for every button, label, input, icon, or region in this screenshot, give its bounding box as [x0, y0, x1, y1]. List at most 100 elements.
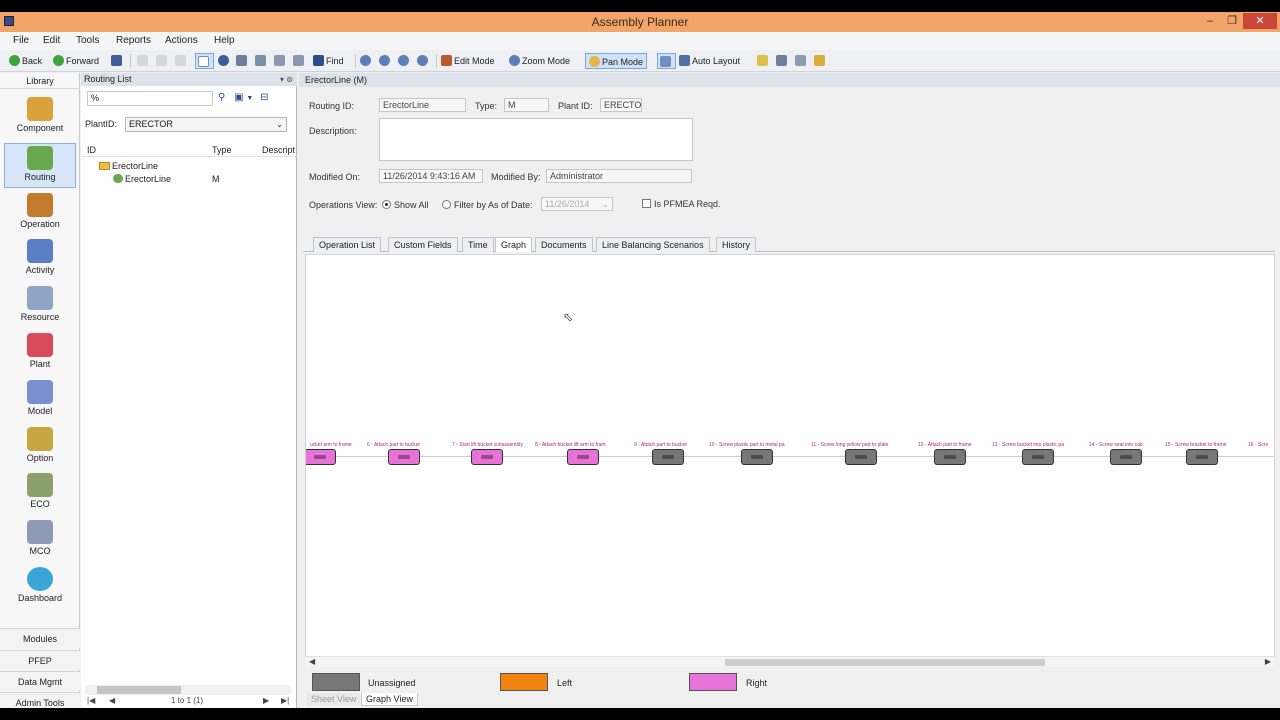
grid-toggle-button[interactable] — [657, 53, 676, 69]
scroll-thumb[interactable] — [97, 686, 181, 694]
network-button[interactable] — [795, 53, 808, 69]
operation-node[interactable] — [1110, 449, 1142, 465]
back-button[interactable]: Back — [9, 53, 42, 69]
operation-node[interactable] — [934, 449, 966, 465]
nav-dashboard[interactable]: Dashboard — [4, 565, 76, 610]
nav-plant[interactable]: Plant — [4, 331, 76, 376]
tab-sheet-view[interactable]: Sheet View — [307, 693, 361, 706]
tab-graph[interactable]: Graph — [495, 237, 533, 252]
nav-pfep[interactable]: PFEP — [0, 650, 80, 670]
menu-file[interactable]: File — [13, 35, 29, 46]
column-id[interactable]: ID — [87, 145, 96, 155]
operation-node[interactable] — [741, 449, 773, 465]
forward-button[interactable]: Forward — [53, 53, 99, 69]
edit-mode-button[interactable]: Edit Mode — [441, 53, 495, 69]
tree-folder-row[interactable]: ErectorLine — [99, 160, 158, 172]
nav-model[interactable]: Model — [4, 378, 76, 423]
layout-toggle-button[interactable] — [195, 53, 214, 69]
nav-routing[interactable]: Routing — [4, 143, 76, 188]
tab-time[interactable]: Time — [462, 237, 494, 252]
zoom-mode-button[interactable]: Zoom Mode — [509, 53, 570, 69]
routing-graph-canvas[interactable]: ucket arm to frame 6 - Attach part to bu… — [305, 254, 1275, 667]
filter-by-date-radio[interactable]: Filter by As of Date: — [442, 200, 533, 210]
nav-admin-tools[interactable]: Admin Tools — [0, 692, 80, 708]
print-graph-button[interactable] — [776, 53, 789, 69]
nav-modules[interactable]: Modules — [0, 628, 80, 648]
operation-node[interactable] — [652, 449, 684, 465]
tab-operation-list[interactable]: Operation List — [313, 237, 382, 252]
scroll-right-icon[interactable]: ▶ — [1265, 657, 1271, 666]
prev-page-icon[interactable]: ◀ — [109, 696, 115, 705]
pfmea-checkbox[interactable]: Is PFMEA Reqd. — [642, 199, 721, 209]
menu-reports[interactable]: Reports — [116, 35, 151, 46]
tab-line-balancing-scenarios[interactable]: Line Balancing Scenarios — [596, 237, 710, 252]
routing-list-scrollbar[interactable] — [85, 685, 291, 695]
auto-layout-button[interactable]: Auto Layout — [679, 53, 740, 69]
menu-tools[interactable]: Tools — [76, 35, 99, 46]
copy-button[interactable] — [156, 53, 169, 69]
operation-node[interactable] — [1022, 449, 1054, 465]
tree-routing-row[interactable]: ErectorLine M — [113, 173, 297, 185]
nav-component[interactable]: Component — [4, 95, 76, 140]
last-page-icon[interactable]: ▶| — [281, 696, 289, 705]
column-type[interactable]: Type — [212, 145, 232, 155]
paste-button[interactable] — [175, 53, 188, 69]
find-button[interactable]: Find — [313, 53, 344, 69]
tab-documents[interactable]: Documents — [535, 237, 593, 252]
zoom-fit-button[interactable] — [398, 53, 411, 69]
maximize-icon[interactable]: ❐ — [1221, 13, 1243, 29]
zoom-out-button[interactable] — [379, 53, 392, 69]
nav-mco[interactable]: MCO — [4, 518, 76, 563]
collapse-icon[interactable]: ⊟ — [260, 92, 268, 103]
align-button[interactable] — [757, 53, 770, 69]
report-button[interactable] — [274, 53, 287, 69]
operation-node[interactable] — [1186, 449, 1218, 465]
menu-actions[interactable]: Actions — [165, 35, 198, 46]
pin-icon[interactable]: ▾ ⊚ — [280, 73, 293, 86]
nav-data-mgmt[interactable]: Data Mgmt — [0, 671, 80, 691]
operation-node[interactable] — [845, 449, 877, 465]
filter-date-field[interactable]: 11/26/2014 ⌄ — [541, 197, 613, 211]
minimize-icon[interactable]: – — [1199, 13, 1221, 29]
show-all-radio[interactable]: Show All — [382, 200, 429, 210]
nav-option[interactable]: Option — [4, 425, 76, 470]
menu-help[interactable]: Help — [214, 35, 235, 46]
routing-id-field[interactable]: ErectorLine — [379, 98, 466, 112]
tab-graph-view[interactable]: Graph View — [361, 693, 418, 706]
nav-operation[interactable]: Operation — [4, 191, 76, 236]
close-icon[interactable]: ✕ — [1243, 13, 1277, 29]
zoom-reset-button[interactable] — [417, 53, 430, 69]
pan-mode-button[interactable]: Pan Mode — [585, 53, 648, 69]
operation-node[interactable] — [388, 449, 420, 465]
plant-id-field[interactable]: ERECTO — [600, 98, 642, 112]
column-description[interactable]: Descript — [262, 145, 295, 155]
tab-history[interactable]: History — [716, 237, 757, 252]
graph-horizontal-scrollbar[interactable]: ◀ ▶ — [305, 656, 1275, 667]
save-button[interactable] — [111, 53, 124, 69]
zoom-in-button[interactable] — [360, 53, 373, 69]
plant-id-select[interactable]: ERECTOR ⌄ — [125, 117, 287, 132]
scroll-left-icon[interactable]: ◀ — [309, 657, 315, 666]
operation-node[interactable] — [567, 449, 599, 465]
routing-search-input[interactable]: % — [87, 91, 213, 106]
menu-edit[interactable]: Edit — [43, 35, 60, 46]
folder-button[interactable] — [814, 53, 827, 69]
description-field[interactable] — [379, 118, 693, 161]
binoculars-icon[interactable]: ▣ — [234, 92, 243, 103]
first-page-icon[interactable]: |◀ — [87, 696, 95, 705]
nav-eco[interactable]: ECO — [4, 471, 76, 516]
view-button[interactable] — [218, 53, 231, 69]
scroll-thumb[interactable] — [725, 659, 1045, 666]
operation-node[interactable] — [306, 449, 336, 465]
search-icon[interactable]: ⚲ — [218, 92, 225, 103]
print-button[interactable] — [236, 53, 249, 69]
nav-activity[interactable]: Activity — [4, 237, 76, 282]
operation-node[interactable] — [471, 449, 503, 465]
next-page-icon[interactable]: ▶ — [263, 696, 269, 705]
cut-button[interactable] — [137, 53, 150, 69]
copy-doc-button[interactable] — [293, 53, 306, 69]
type-field[interactable]: M — [504, 98, 549, 112]
export-button[interactable] — [255, 53, 268, 69]
chevron-down-icon[interactable]: ▼ — [246, 95, 253, 102]
tab-custom-fields[interactable]: Custom Fields — [388, 237, 458, 252]
